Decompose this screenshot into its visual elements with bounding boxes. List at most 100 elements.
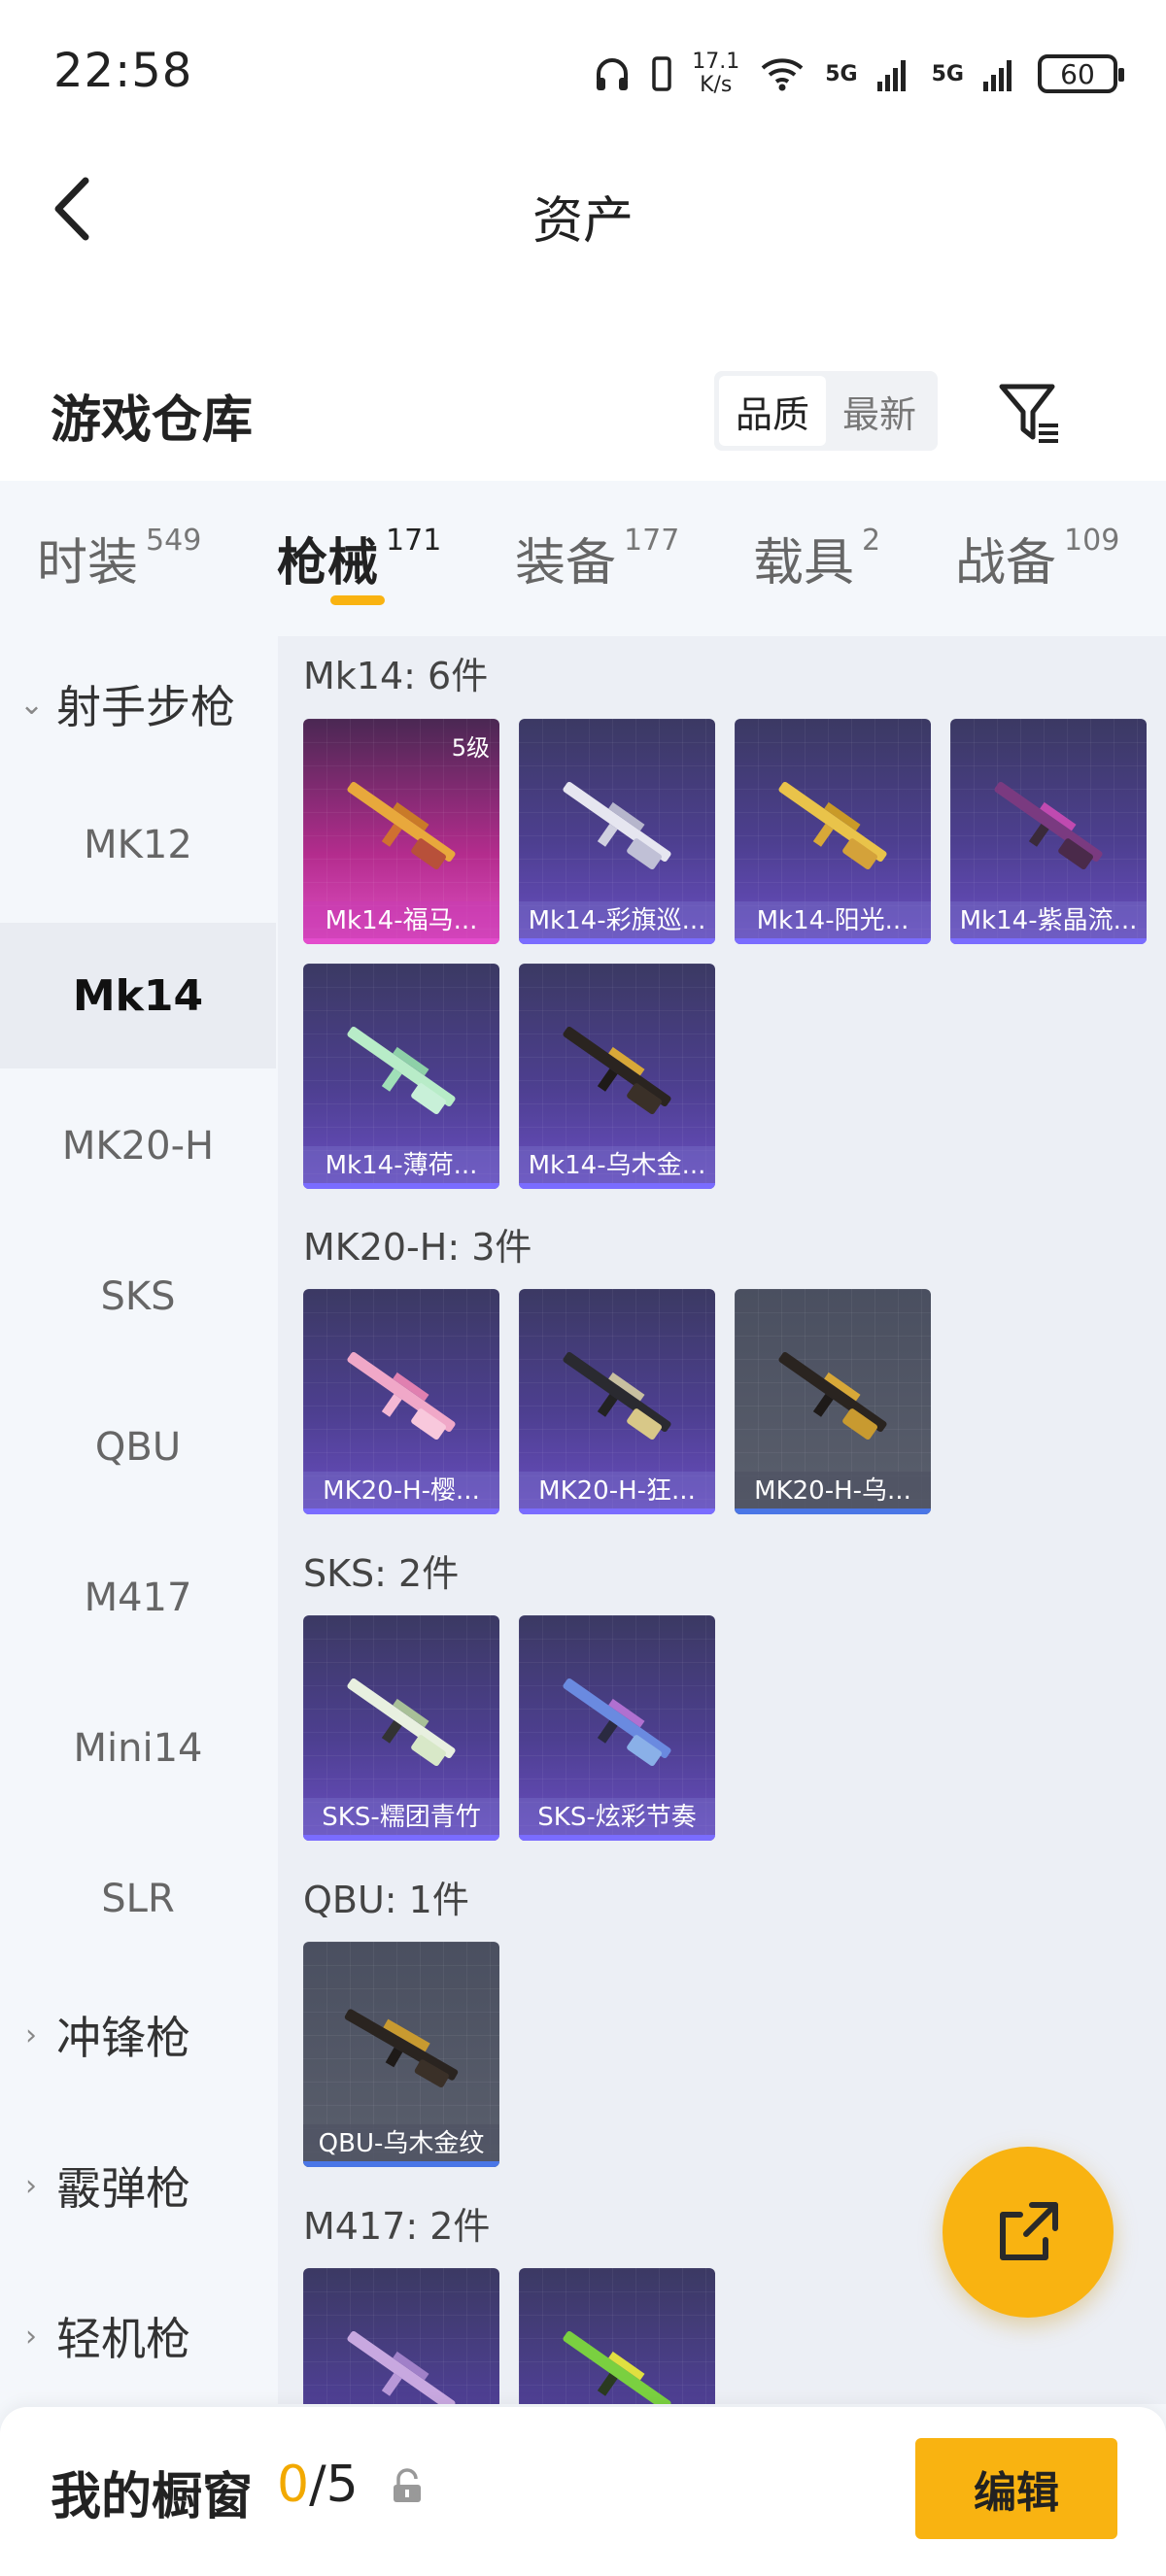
weapon-card[interactable]: SKS-炫彩节奏 — [519, 1615, 715, 1841]
weapon-card[interactable] — [519, 2268, 715, 2404]
showcase-max: /5 — [309, 2456, 359, 2514]
rifle-icon — [778, 781, 887, 870]
warehouse-title: 游戏仓库 — [51, 391, 254, 450]
weapon-card[interactable]: Mk14-阳光... — [735, 719, 931, 944]
rifle-icon — [563, 1678, 671, 1767]
category-tabs: 时装 549 枪械 171 装备 177 载具 2 战备 109 — [0, 481, 1166, 636]
weapon-card[interactable]: QBU-乌木金纹 — [303, 1942, 499, 2167]
tab-count: 549 — [146, 524, 202, 558]
weapon-card[interactable] — [303, 2268, 499, 2404]
sidebar-item-sks[interactable]: SKS — [0, 1224, 276, 1370]
sidebar-item-slr[interactable]: SLR — [0, 1826, 276, 1972]
warehouse-header: 游戏仓库 品质 最新 — [0, 350, 1166, 466]
tab-count: 177 — [624, 524, 680, 558]
tab-combat-gear[interactable]: 战备 109 — [955, 522, 1119, 594]
edit-button[interactable]: 编辑 — [915, 2438, 1117, 2539]
group-title-m417: M417: 2件 — [303, 2205, 491, 2248]
rifle-icon — [347, 1351, 456, 1441]
sidebar-item-mk14[interactable]: Mk14 — [0, 923, 276, 1068]
weapon-card[interactable]: Mk14-薄荷... — [303, 964, 499, 1189]
weapon-card-label: SKS-炫彩节奏 — [519, 1798, 715, 1841]
tab-count: 109 — [1064, 524, 1120, 558]
sidebar-category-lmg[interactable]: › 轻机枪 — [19, 2288, 190, 2385]
weapon-card-label: Mk14-紫晶流... — [950, 901, 1147, 944]
showcase-count: 0/5 — [277, 2456, 359, 2514]
rifle-icon — [347, 2330, 456, 2404]
filter-icon — [999, 384, 1058, 443]
tab-active-indicator — [330, 595, 385, 605]
weapon-card[interactable]: MK20-H-乌... — [735, 1289, 931, 1514]
net-speed: 17.1 K/s — [692, 50, 740, 97]
signal-bars-icon — [876, 60, 906, 91]
showcase-current: 0 — [277, 2456, 310, 2514]
group-title-mk14: Mk14: 6件 — [303, 655, 489, 697]
showcase-bar: 我的橱窗 0/5 编辑 — [0, 2407, 1166, 2576]
rifle-icon — [563, 1026, 671, 1115]
sidebar-item-mk20h[interactable]: MK20-H — [0, 1073, 276, 1219]
weapon-card-label: Mk14-福马... — [303, 901, 499, 944]
weapon-card[interactable]: 5级 Mk14-福马... — [303, 719, 499, 944]
rifle-icon — [563, 781, 671, 870]
sidebar-category-marksman[interactable]: ⌄ 射手步枪 — [19, 656, 235, 753]
weapon-card[interactable]: MK20-H-樱... — [303, 1289, 499, 1514]
status-icons: 17.1 K/s 5G 5G 60 — [593, 47, 1124, 101]
rifle-icon — [563, 1351, 671, 1441]
weapon-card-label: MK20-H-樱... — [303, 1472, 499, 1514]
weapon-content: Mk14: 6件 5级 Mk14-福马... Mk14-彩旗巡... Mk14-… — [278, 636, 1166, 2404]
sidebar-item-mk12[interactable]: MK12 — [0, 772, 276, 918]
weapon-card-label: Mk14-乌木金... — [519, 1146, 715, 1189]
status-time: 22:58 — [53, 44, 193, 98]
tab-count: 2 — [862, 524, 881, 558]
sort-option-newest[interactable]: 最新 — [826, 376, 933, 446]
signal-bars-icon-2 — [983, 60, 1012, 91]
sort-option-quality[interactable]: 品质 — [719, 376, 826, 446]
group-title-qbu: QBU: 1件 — [303, 1879, 469, 1921]
wifi-icon — [761, 58, 804, 91]
tab-guns[interactable]: 枪械 171 — [277, 522, 441, 594]
chevron-down-icon: ⌄ — [19, 687, 45, 722]
rifle-icon — [347, 1026, 456, 1115]
weapon-card-label: Mk14-薄荷... — [303, 1146, 499, 1189]
weapon-sidebar: ⌄ 射手步枪 MK12 Mk14 MK20-H SKS QBU M417 Min… — [0, 636, 276, 2576]
sidebar-category-shotgun[interactable]: › 霰弹枪 — [19, 2137, 190, 2234]
chevron-right-icon: › — [25, 2017, 37, 2052]
weapon-card-label: QBU-乌木金纹 — [303, 2124, 499, 2167]
sidebar-category-smg[interactable]: › 冲锋枪 — [19, 1986, 190, 2084]
rifle-icon — [344, 2009, 459, 2087]
sidebar-category-label: 轻机枪 — [56, 2313, 190, 2365]
sidebar-item-mini14[interactable]: Mini14 — [0, 1676, 276, 1821]
signal-5g-label-2: 5G — [931, 61, 964, 86]
chevron-right-icon: › — [25, 2168, 37, 2203]
rifle-icon — [347, 781, 456, 870]
weapon-card-label: MK20-H-乌... — [735, 1472, 931, 1514]
battery-level: 60 — [1060, 57, 1095, 90]
weapon-card[interactable]: Mk14-紫晶流... — [950, 719, 1147, 944]
weapon-card[interactable]: SKS-糯团青竹 — [303, 1615, 499, 1841]
rifle-icon — [563, 2330, 671, 2404]
sidebar-category-label: 冲锋枪 — [56, 2012, 190, 2064]
tab-fashion[interactable]: 时装 549 — [37, 522, 201, 594]
battery-icon: 60 — [1038, 54, 1124, 93]
weapon-card[interactable]: MK20-H-狂... — [519, 1289, 715, 1514]
tab-label: 枪械 — [277, 534, 379, 593]
weapon-card-label: SKS-糯团青竹 — [303, 1798, 499, 1841]
rifle-icon — [347, 1678, 456, 1767]
sidebar-item-qbu[interactable]: QBU — [0, 1374, 276, 1520]
share-button[interactable] — [943, 2147, 1114, 2318]
group-title-sks: SKS: 2件 — [303, 1552, 460, 1595]
sidebar-category-label: 射手步枪 — [56, 681, 235, 733]
showcase-title: 我的橱窗 — [51, 2468, 254, 2526]
weapon-card[interactable]: Mk14-乌木金... — [519, 964, 715, 1189]
status-bar: 22:58 17.1 K/s 5G 5G 60 — [0, 0, 1166, 146]
tab-label: 载具 — [753, 534, 855, 593]
weapon-card-label: Mk14-彩旗巡... — [519, 901, 715, 944]
weapon-card[interactable]: Mk14-彩旗巡... — [519, 719, 715, 944]
tab-vehicles[interactable]: 载具 2 — [753, 522, 880, 594]
sidebar-item-m417[interactable]: M417 — [0, 1525, 276, 1671]
page-title: 资产 — [532, 192, 634, 251]
tab-label: 装备 — [515, 534, 617, 593]
tab-equipment[interactable]: 装备 177 — [515, 522, 679, 594]
rifle-icon — [778, 1351, 887, 1441]
tab-label: 战备 — [955, 534, 1057, 593]
filter-button[interactable] — [996, 379, 1064, 447]
